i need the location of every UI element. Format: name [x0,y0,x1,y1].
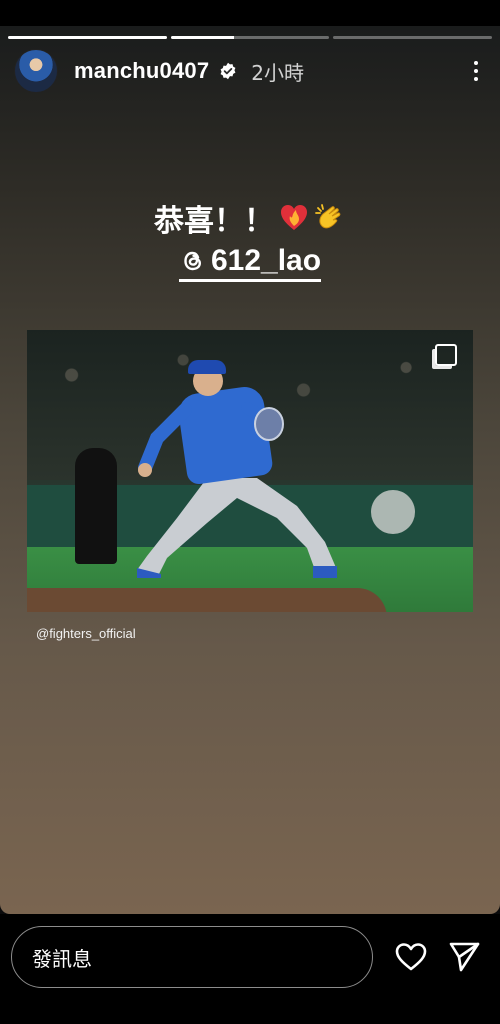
username[interactable]: manchu0407 [74,58,209,84]
status-bar [0,0,500,26]
pitcher-cap [188,360,226,374]
story-caption: 恭喜！！ 612_lao [0,196,500,282]
pitcher-arms [138,402,284,477]
heart-on-fire-emoji [278,202,310,234]
story-viewer[interactable]: manchu0407 2小時 恭喜！！ 612_lao @fighters_of… [0,26,500,914]
post-time: 2小時 [251,60,305,85]
threads-icon [179,247,207,275]
multi-photo-icon [435,344,457,366]
verified-badge-icon [219,62,237,80]
clapping-hands-emoji [314,202,346,234]
mention-handle: 612_lao [210,244,322,277]
photo-credit[interactable]: @fighters_official [36,626,136,641]
story-progress [8,36,493,39]
more-vertical-icon[interactable] [466,57,486,85]
mention-link[interactable]: 612_lao [178,244,322,282]
avatar[interactable] [14,49,58,93]
pitcher-legs [137,478,337,578]
umpire-figure [75,448,117,564]
send-message-placeholder: 發訊息 [32,946,92,971]
heart-icon[interactable] [394,940,428,974]
send-icon[interactable] [447,940,481,974]
pitchers-mound [27,588,387,612]
reply-bar: 發訊息 [0,914,500,1024]
progress-segment [8,36,167,39]
shared-post-photo[interactable] [27,330,473,612]
send-message-input[interactable]: 發訊息 [11,926,373,988]
caption-text: 恭喜！！ [154,204,274,239]
progress-segment-current [170,36,330,39]
progress-segment [333,36,493,39]
story-header: manchu0407 2小時 [14,46,486,96]
